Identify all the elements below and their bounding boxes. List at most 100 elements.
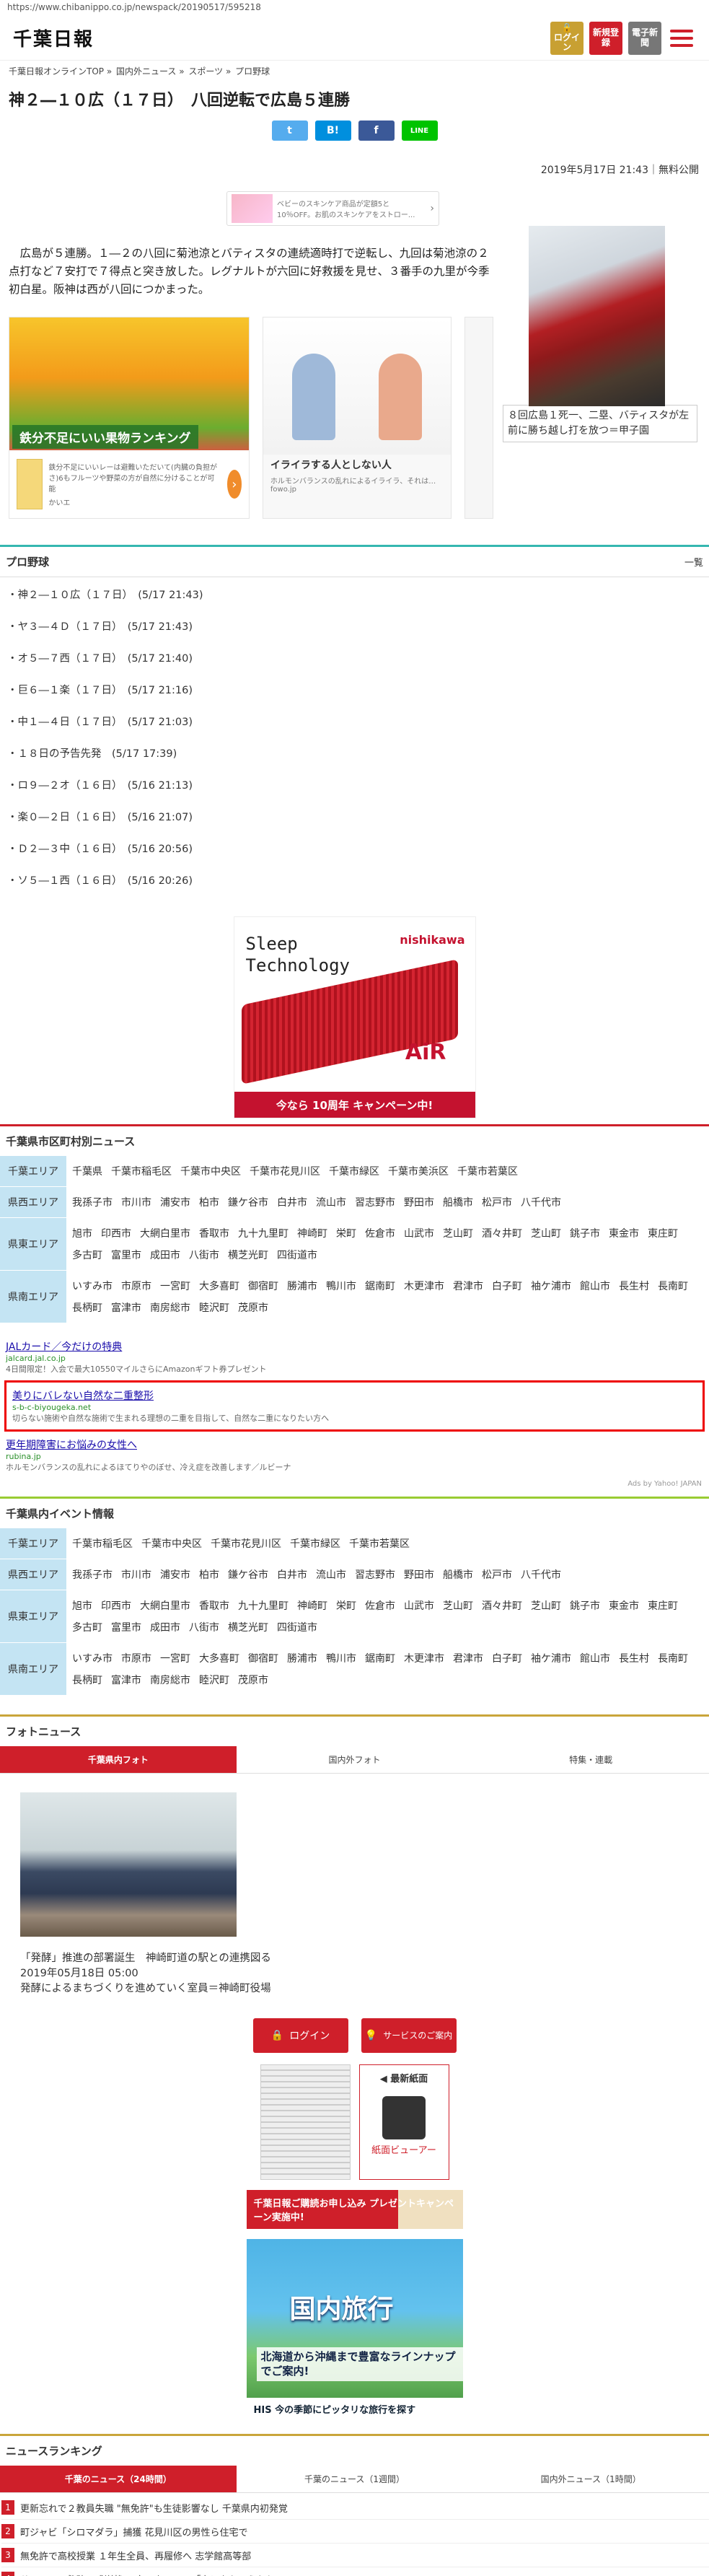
article-photo[interactable] [529, 226, 665, 406]
facebook-share-button[interactable]: f [358, 121, 395, 141]
city-link[interactable]: 千葉市中央区 [141, 1536, 202, 1551]
city-link[interactable]: 長南町 [658, 1279, 688, 1293]
city-link[interactable]: 千葉市美浜区 [388, 1164, 449, 1178]
city-link[interactable]: 山武市 [404, 1226, 434, 1240]
city-link[interactable]: 白井市 [277, 1567, 307, 1582]
city-link[interactable]: 成田市 [150, 1248, 180, 1262]
city-link[interactable]: いすみ市 [72, 1651, 113, 1665]
city-link[interactable]: 千葉市緑区 [290, 1536, 340, 1551]
city-link[interactable]: 長生村 [619, 1651, 649, 1665]
city-link[interactable]: 旭市 [72, 1598, 92, 1613]
city-link[interactable]: 勝浦市 [287, 1651, 317, 1665]
epaper-button[interactable]: 電子新聞 [628, 21, 661, 55]
city-link[interactable]: 市川市 [121, 1195, 151, 1209]
login-button[interactable]: 🔒 ログイン [550, 21, 584, 55]
city-link[interactable]: 香取市 [199, 1226, 229, 1240]
arrow-right-icon[interactable]: › [226, 470, 242, 499]
city-link[interactable]: 横芝光町 [228, 1248, 268, 1262]
city-link[interactable]: 東金市 [609, 1226, 639, 1240]
city-link[interactable]: 旭市 [72, 1226, 92, 1240]
city-link[interactable]: 睦沢町 [199, 1673, 229, 1687]
city-link[interactable]: 千葉市稲毛区 [111, 1164, 172, 1178]
city-link[interactable]: 柏市 [199, 1195, 219, 1209]
city-link[interactable]: 鋸南町 [365, 1279, 395, 1293]
city-link[interactable]: 四街道市 [277, 1620, 317, 1634]
city-link[interactable]: 栄町 [336, 1598, 356, 1613]
city-link[interactable]: 松戸市 [482, 1195, 512, 1209]
city-link[interactable]: 浦安市 [160, 1567, 190, 1582]
city-link[interactable]: 野田市 [404, 1567, 434, 1582]
city-link[interactable]: 鎌ケ谷市 [228, 1195, 268, 1209]
baseball-news-item[interactable]: ・１８日の予告先発 (5/17 17:39) [7, 737, 702, 770]
sleep-technology-ad[interactable]: Sleep Technology nishikawa AiR 今なら 10周年 キ… [233, 916, 476, 1119]
baseball-news-item[interactable]: ・ソ５―１西（１６日） (5/16 20:26) [7, 864, 702, 897]
city-link[interactable]: 流山市 [316, 1567, 346, 1582]
city-link[interactable]: 香取市 [199, 1598, 229, 1613]
ranking-title[interactable]: 更新忘れで２教員失職 "無免許"も生徒影響なし 千葉県内初発覚 [20, 2501, 288, 2515]
city-link[interactable]: 富津市 [111, 1673, 141, 1687]
line-share-button[interactable]: LINE [401, 121, 438, 141]
baseball-news-item[interactable]: ・中１―４日（１７日） (5/17 21:03) [7, 706, 702, 738]
tab-ranking-24h[interactable]: 千葉のニュース（24時間） [0, 2466, 237, 2493]
city-link[interactable]: 御宿町 [248, 1279, 278, 1293]
baseball-news-item[interactable]: ・神２―１０広（１７日） (5/17 21:43) [7, 579, 702, 611]
ranking-title[interactable]: サーファー救助で感謝状 一宮のタレント「力になれてうれしい」 [20, 2572, 294, 2576]
breadcrumb-sports[interactable]: スポーツ [188, 66, 223, 76]
hatena-share-button[interactable]: B! [314, 121, 351, 141]
city-link[interactable]: 一宮町 [160, 1279, 190, 1293]
city-link[interactable]: 船橋市 [443, 1567, 473, 1582]
city-link[interactable]: 勝浦市 [287, 1279, 317, 1293]
subscription-banner[interactable]: 千葉日報ご購読お申し込み プレゼントキャンペーン実施中! [246, 2190, 463, 2230]
city-link[interactable]: 東庄町 [648, 1598, 678, 1613]
city-link[interactable]: 富里市 [111, 1248, 141, 1262]
city-link[interactable]: 酒々井町 [482, 1598, 522, 1613]
baseball-news-item[interactable]: ・巨６―１楽（１７日） (5/17 21:16) [7, 674, 702, 706]
city-link[interactable]: 佐倉市 [365, 1226, 395, 1240]
city-link[interactable]: 市原市 [121, 1651, 151, 1665]
city-link[interactable]: 南房総市 [150, 1300, 190, 1315]
breadcrumb-national[interactable]: 国内外ニュース [116, 66, 176, 76]
city-link[interactable]: 神崎町 [297, 1226, 327, 1240]
city-link[interactable]: 大網白里市 [140, 1226, 190, 1240]
city-link[interactable]: 芝山町 [443, 1598, 473, 1613]
city-link[interactable]: 松戸市 [482, 1567, 512, 1582]
ranking-item[interactable]: 1 更新忘れで２教員失職 "無免許"も生徒影響なし 千葉県内初発覚 [1, 2496, 709, 2520]
baseball-news-item[interactable]: ・ロ９―２オ（１６日） (5/16 21:13) [7, 769, 702, 802]
breadcrumb-baseball[interactable]: プロ野球 [235, 66, 270, 76]
city-link[interactable]: 長柄町 [72, 1300, 102, 1315]
city-link[interactable]: 富津市 [111, 1300, 141, 1315]
city-link[interactable]: 八千代市 [521, 1195, 561, 1209]
city-link[interactable]: 野田市 [404, 1195, 434, 1209]
city-link[interactable]: 袖ケ浦市 [531, 1279, 571, 1293]
city-link[interactable]: 神崎町 [297, 1598, 327, 1613]
city-link[interactable]: 南房総市 [150, 1673, 190, 1687]
city-link[interactable]: 市原市 [121, 1279, 151, 1293]
tab-ranking-week[interactable]: 千葉のニュース（1週間） [237, 2466, 473, 2492]
ranking-item[interactable]: 4 サーファー救助で感謝状 一宮のタレント「力になれてうれしい」 [1, 2567, 709, 2576]
breadcrumb-top[interactable]: 千葉日報オンラインTOP [9, 66, 104, 76]
city-link[interactable]: 白子町 [492, 1279, 522, 1293]
ads-by-label[interactable]: Ads by Yahoo! JAPAN [0, 1478, 709, 1489]
city-link[interactable]: 長柄町 [72, 1673, 102, 1687]
city-link[interactable]: 千葉市若葉区 [457, 1164, 518, 1178]
city-link[interactable]: 袖ケ浦市 [531, 1651, 571, 1665]
login-button-2[interactable]: 🔒 ログイン [252, 2018, 348, 2054]
city-link[interactable]: 栄町 [336, 1226, 356, 1240]
city-link[interactable]: 芝山町 [531, 1598, 561, 1613]
city-link[interactable]: 君津市 [453, 1651, 483, 1665]
city-link[interactable]: 館山市 [580, 1651, 610, 1665]
city-link[interactable]: 芝山町 [443, 1226, 473, 1240]
city-link[interactable]: 大網白里市 [140, 1598, 190, 1613]
baseball-news-item[interactable]: ・楽０―２日（１６日） (5/16 21:07) [7, 801, 702, 833]
city-link[interactable]: 千葉市花見川区 [211, 1536, 281, 1551]
paper-viewer-link[interactable]: ◀ 最新紙面 紙面ビューアー [358, 2064, 449, 2181]
fruit-ad[interactable]: 鉄分不足にいい果物ランキング 鉄分不足にいいレーは避難いただいて(内臓の負担がさ… [9, 317, 250, 520]
ranking-title[interactable]: 無免許で高校授業 １年生全員、再履修へ 志学館高等部 [20, 2549, 251, 2562]
city-link[interactable]: 木更津市 [404, 1279, 444, 1293]
city-link[interactable]: 鋸南町 [365, 1651, 395, 1665]
city-link[interactable]: 銚子市 [570, 1226, 600, 1240]
city-link[interactable]: 四街道市 [277, 1248, 317, 1262]
city-link[interactable]: 千葉県 [72, 1164, 102, 1178]
city-link[interactable]: 千葉市中央区 [180, 1164, 241, 1178]
city-link[interactable]: 船橋市 [443, 1195, 473, 1209]
